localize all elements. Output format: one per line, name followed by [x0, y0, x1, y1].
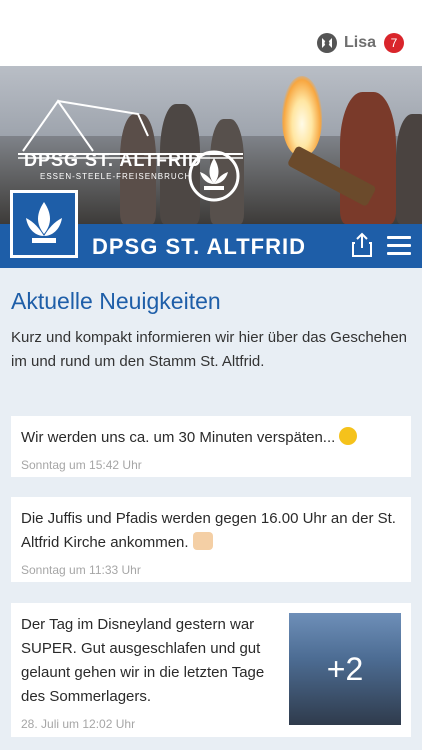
lily-logo-icon	[26, 202, 62, 243]
intro-text: Kurz und kompakt informieren wir hier üb…	[11, 329, 408, 370]
news-card[interactable]: Die Juffis und Pfadis werden gegen 16.00…	[11, 497, 411, 582]
user-name[interactable]: Lisa	[344, 34, 376, 52]
page-title: Aktuelle Neuigkeiten	[11, 288, 221, 314]
hero-person	[396, 114, 422, 224]
torch-flame	[282, 76, 322, 156]
photo-more-count: +2	[326, 650, 364, 687]
news-text: Wir werden uns ca. um 30 Minuten verspät…	[21, 426, 401, 450]
news-card[interactable]: Der Tag im Disneyland gestern war SUPER.…	[11, 603, 411, 737]
user-menu[interactable]: Lisa 7	[316, 32, 404, 54]
hero-person	[340, 92, 396, 224]
user-logo-icon	[316, 33, 337, 53]
news-photo[interactable]: +2	[289, 613, 401, 725]
hero-title: DPSG ST. ALTFRID	[24, 150, 202, 170]
news-text: Der Tag im Disneyland gestern war SUPER.…	[21, 616, 265, 705]
news-section: Aktuelle Neuigkeiten Kurz und kompakt in…	[0, 268, 422, 750]
hero-subtitle: ESSEN-STEELE-FREISENBRUCH	[40, 172, 192, 181]
share-icon[interactable]	[350, 232, 374, 258]
thumbs-up-emoji-icon	[192, 532, 213, 550]
banner-title: DPSG ST. ALTFRID	[92, 234, 306, 259]
news-time: Sonntag um 11:33 Uhr	[21, 563, 141, 577]
lily-emblem-icon	[188, 150, 240, 202]
menu-icon[interactable]	[387, 236, 411, 256]
smiley-emoji-icon	[339, 427, 358, 445]
site-logo[interactable]	[10, 190, 78, 258]
news-card[interactable]: Wir werden uns ca. um 30 Minuten verspät…	[11, 416, 411, 477]
notification-badge[interactable]: 7	[384, 33, 404, 53]
top-bar: Lisa 7	[0, 0, 422, 66]
news-time: Sonntag um 15:42 Uhr	[21, 458, 142, 472]
news-text: Die Juffis und Pfadis werden gegen 16.00…	[21, 510, 396, 551]
